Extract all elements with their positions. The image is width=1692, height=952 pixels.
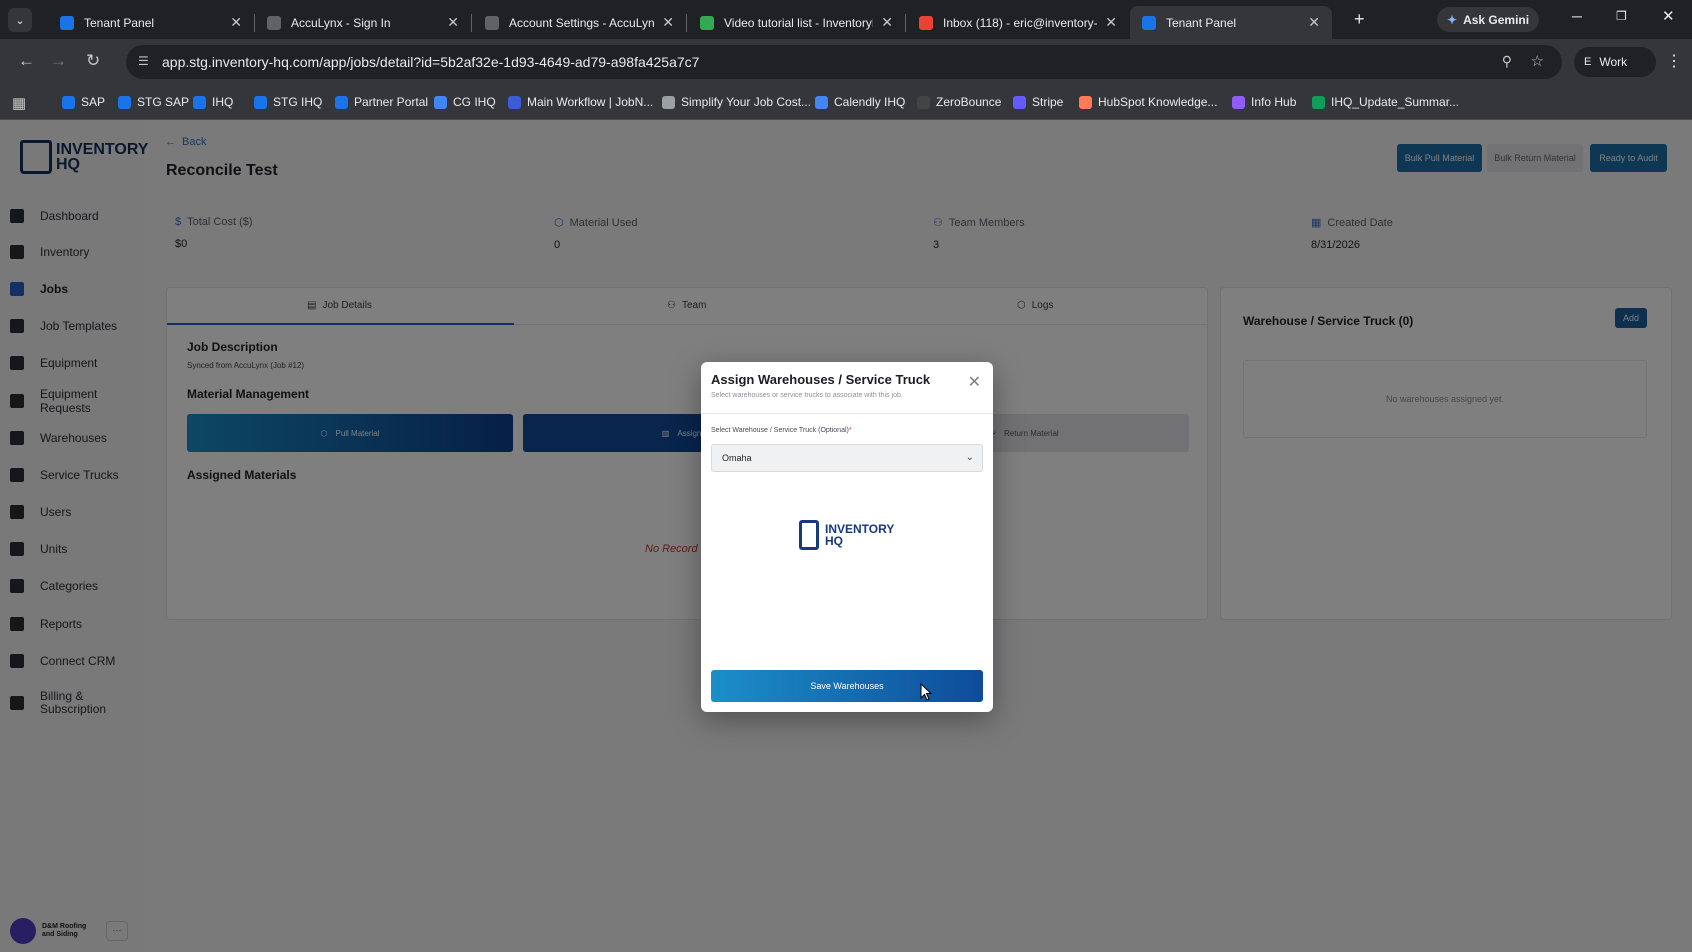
assign-warehouses-modal: Assign Warehouses / Service Truck Select…	[701, 362, 993, 712]
site-info-icon[interactable]: ☰	[138, 54, 149, 68]
bookmark-icon	[1312, 95, 1325, 109]
browser-tab[interactable]: Tenant Panel ✕	[1130, 6, 1332, 39]
modal-subtitle: Select warehouses or service trucks to a…	[711, 392, 903, 399]
forward-arrow-icon[interactable]: →	[50, 51, 67, 71]
close-tab-icon[interactable]: ✕	[662, 14, 674, 31]
bookmark-item[interactable]: STG SAP	[118, 95, 189, 109]
bookmark-item[interactable]: Info Hub	[1232, 95, 1296, 109]
browser-tabstrip: ⌄ Tenant Panel ✕ AccuLynx - Sign In ✕ Accoun…	[0, 0, 1692, 39]
bookmark-icon	[254, 95, 267, 109]
favicon-icon	[1142, 15, 1156, 30]
save-warehouses-button[interactable]: Save Warehouses	[711, 670, 983, 702]
tab-separator	[905, 14, 906, 32]
bookmark-item[interactable]: ZeroBounce	[917, 95, 1001, 109]
bookmark-icon	[335, 95, 348, 109]
warehouse-select[interactable]: Omaha ⌄	[711, 444, 983, 472]
favicon-icon	[60, 15, 74, 30]
close-window-icon[interactable]: ✕	[1662, 7, 1675, 25]
bookmark-icon	[1232, 95, 1245, 109]
bookmark-item[interactable]: Partner Portal	[335, 95, 428, 109]
close-tab-icon[interactable]: ✕	[1308, 14, 1320, 31]
close-tab-icon[interactable]: ✕	[1105, 14, 1117, 31]
close-icon[interactable]: ✕	[968, 372, 981, 392]
browser-tab[interactable]: Account Settings - AccuLynx ✕	[473, 6, 686, 39]
back-arrow-icon[interactable]: ←	[18, 51, 35, 71]
new-tab-icon[interactable]: +	[1354, 9, 1365, 30]
mouse-cursor-icon	[920, 683, 932, 701]
chevron-down-icon: ⌄	[965, 452, 974, 463]
browser-tab[interactable]: Video tutorial list - InventoryH ✕	[688, 6, 905, 39]
favicon-icon	[485, 15, 499, 30]
bookmark-icon	[62, 95, 75, 109]
restore-icon[interactable]: ❐	[1616, 9, 1627, 23]
bookmarks-bar: ▦ SAP STG SAP IHQ STG IHQ Partner Portal CG I…	[0, 86, 1692, 120]
minimize-icon[interactable]: ─	[1572, 8, 1582, 24]
bookmark-star-icon[interactable]: ☆	[1531, 52, 1544, 70]
tab-search-button[interactable]: ⌄	[8, 8, 32, 32]
browser-menu-icon[interactable]: ⋮	[1666, 51, 1682, 71]
favicon-icon	[919, 15, 933, 30]
favicon-icon	[700, 15, 714, 30]
bookmark-icon	[662, 95, 675, 109]
bookmark-icon	[1079, 95, 1092, 109]
inventory-hq-logo: INVENTORY HQ	[799, 520, 894, 550]
modal-divider	[701, 413, 993, 414]
favicon-icon	[267, 15, 281, 30]
bookmark-icon	[1013, 95, 1026, 109]
browser-tab[interactable]: Tenant Panel ✕	[48, 6, 254, 39]
zoom-icon[interactable]: ⚲	[1502, 53, 1512, 70]
bookmark-item[interactable]: Stripe	[1013, 95, 1063, 109]
bookmark-icon	[193, 95, 206, 109]
close-tab-icon[interactable]: ✕	[447, 14, 459, 31]
apps-grid-icon[interactable]: ▦	[12, 94, 26, 112]
bookmark-icon	[815, 95, 828, 109]
bookmark-icon	[118, 95, 131, 109]
bookmark-icon	[434, 95, 447, 109]
gemini-icon: ✦	[1447, 12, 1458, 27]
url-bar[interactable]: ☰ app.stg.inventory-hq.com/app/jobs/deta…	[126, 45, 1562, 79]
bookmark-item[interactable]: Calendly IHQ	[815, 95, 905, 109]
close-tab-icon[interactable]: ✕	[881, 14, 893, 31]
warehouse-field-label: Select Warehouse / Service Truck (Option…	[711, 427, 852, 434]
bookmark-item[interactable]: STG IHQ	[254, 95, 322, 109]
ask-gemini-button[interactable]: ✦ Ask Gemini	[1437, 7, 1540, 32]
browser-toolbar: ← → ↻ ☰ app.stg.inventory-hq.com/app/job…	[0, 39, 1692, 86]
close-tab-icon[interactable]: ✕	[230, 14, 242, 31]
tab-separator	[471, 14, 472, 32]
profile-avatar: E	[1584, 56, 1592, 68]
bookmark-item[interactable]: Main Workflow | JobN...	[508, 95, 653, 109]
browser-tab[interactable]: Inbox (118) - eric@inventory-h ✕	[907, 6, 1129, 39]
bookmark-icon	[508, 95, 521, 109]
bookmark-item[interactable]: CG IHQ	[434, 95, 496, 109]
bookmark-item[interactable]: IHQ_Update_Summar...	[1312, 95, 1459, 109]
house-logo-icon	[799, 520, 819, 550]
profile-button[interactable]: E Work	[1574, 47, 1656, 77]
bookmark-item[interactable]: SAP	[62, 95, 105, 109]
sidebar-dim-overlay	[0, 120, 145, 952]
bookmark-icon	[917, 95, 930, 109]
bookmark-item[interactable]: IHQ	[193, 95, 233, 109]
reload-icon[interactable]: ↻	[86, 51, 100, 71]
browser-tab[interactable]: AccuLynx - Sign In ✕	[255, 6, 471, 39]
bookmark-item[interactable]: Simplify Your Job Cost...	[662, 95, 811, 109]
modal-title: Assign Warehouses / Service Truck	[711, 372, 931, 387]
bookmark-item[interactable]: HubSpot Knowledge...	[1079, 95, 1217, 109]
tab-separator	[686, 14, 687, 32]
